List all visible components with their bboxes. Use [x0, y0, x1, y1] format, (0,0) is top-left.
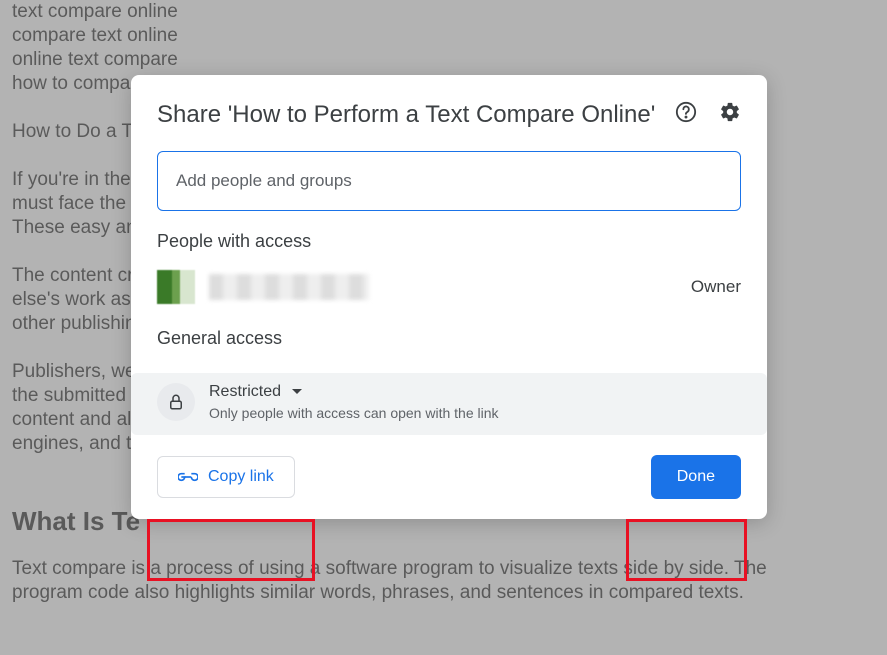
gear-icon[interactable] — [719, 101, 741, 123]
help-icon[interactable] — [675, 101, 697, 123]
dialog-title: Share 'How to Perform a Text Compare Onl… — [157, 99, 675, 131]
copy-link-button[interactable]: Copy link — [157, 456, 295, 498]
owner-row: Owner — [131, 264, 767, 328]
access-description: Only people with access can open with th… — [209, 405, 499, 421]
done-button[interactable]: Done — [651, 455, 741, 499]
general-access-row: Restricted Only people with access can o… — [131, 373, 767, 435]
access-level-label: Restricted — [209, 383, 281, 401]
owner-name-redacted — [209, 274, 369, 300]
link-icon — [178, 471, 198, 483]
people-access-heading: People with access — [131, 231, 767, 264]
access-level-dropdown[interactable]: Restricted — [209, 383, 499, 401]
owner-role-label: Owner — [691, 277, 741, 297]
share-dialog: Share 'How to Perform a Text Compare Onl… — [131, 75, 767, 519]
chevron-down-icon — [291, 388, 303, 396]
add-people-input[interactable] — [157, 151, 741, 211]
general-access-heading: General access — [131, 328, 767, 361]
lock-icon — [157, 383, 195, 421]
avatar — [157, 270, 195, 304]
copy-link-label: Copy link — [208, 468, 274, 486]
